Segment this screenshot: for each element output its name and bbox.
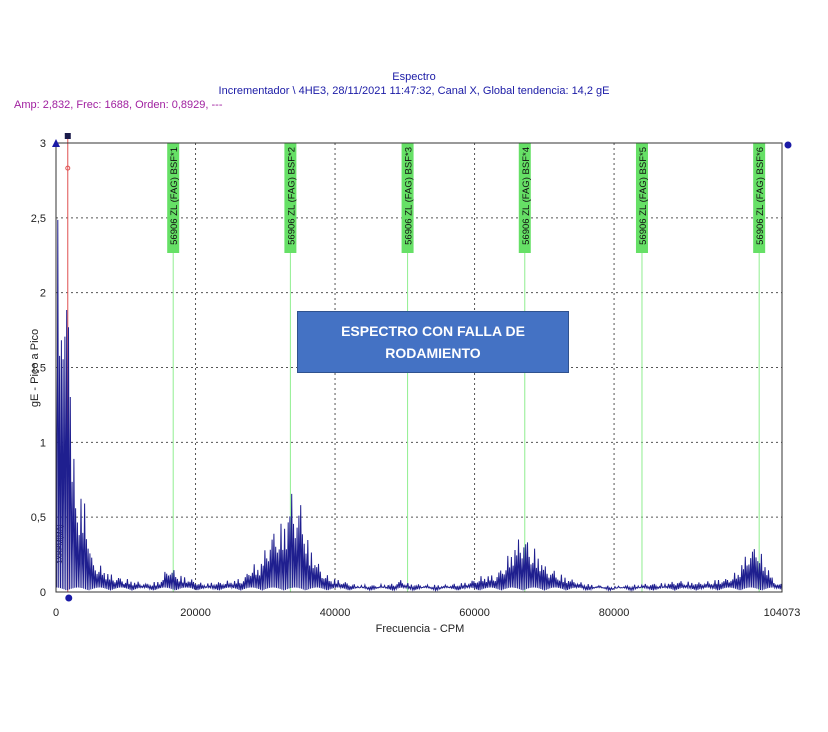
bsf-marker-text: 56906 ZL (FAG) BSF*1: [169, 147, 180, 245]
y-tick-label: 3: [40, 138, 46, 150]
bsf-marker-text: 56906 ZL (FAG) BSF*5: [638, 147, 649, 245]
bsf-marker-text: 56906 ZL (FAG) BSF*6: [755, 147, 766, 245]
x-tick-label: 80000: [599, 607, 630, 619]
bsf-marker-label: 56906 ZL (FAG) BSF*2: [284, 143, 297, 253]
y-tick-label: 0,5: [31, 512, 46, 524]
cursor-x-handle[interactable]: [65, 594, 73, 602]
bsf-marker-label: 56906 ZL (FAG) BSF*4: [518, 143, 532, 253]
bsf-marker-label: 56906 ZL (FAG) BSF*6: [753, 143, 766, 253]
bsf-marker-text: 56906 ZL (FAG) BSF*3: [404, 147, 415, 245]
y-tick-label: 1: [40, 437, 46, 449]
x-tick-label: 60000: [459, 607, 490, 619]
y-tick-label: 2,5: [31, 213, 46, 225]
y-axis-label: gE - Pico a Pico: [29, 329, 41, 407]
spectrum-series-line: [55, 219, 783, 593]
x-max-scale-handle[interactable]: [784, 141, 792, 149]
bsf-marker-text: 56906 ZL (FAG) BSF*2: [286, 147, 297, 245]
x-tick-label: 20000: [180, 607, 211, 619]
x-tick-label: 40000: [320, 607, 351, 619]
x-tick-label: 0: [53, 607, 59, 619]
x-tick-label: 104073: [764, 607, 801, 619]
bsf-marker-text: 56906 ZL (FAG) BSF*4: [521, 147, 532, 245]
y-tick-label: 2: [40, 288, 46, 300]
x-axis-label: Frecuencia - CPM: [376, 623, 465, 635]
annotation-banner: ESPECTRO CON FALLA DE RODAMIENTO: [297, 311, 569, 373]
cursor-handle[interactable]: [64, 133, 71, 139]
axes: 00,511,522,530 20000 40000 60000 80000 104073: [31, 138, 801, 619]
bsf-marker-label: 56906 ZL (FAG) BSF*3: [401, 143, 415, 253]
y-tick-label: 0: [40, 587, 46, 599]
bsf-marker-label: 56906 ZL (FAG) BSF*5: [635, 143, 649, 253]
bsf-marker-label: 56906 ZL (FAG) BSF*1: [167, 143, 180, 253]
annotation-text: ESPECTRO CON FALLA DE RODAMIENTO: [341, 323, 525, 361]
